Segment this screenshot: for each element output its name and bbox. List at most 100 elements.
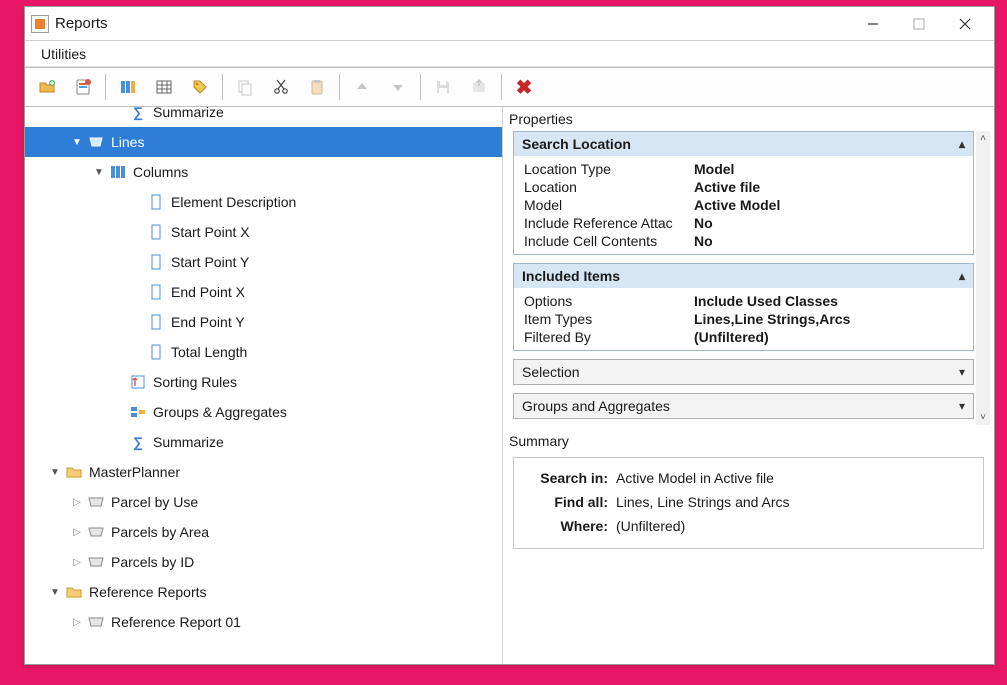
titlebar: Reports bbox=[25, 7, 994, 41]
prop-row-filtered-by[interactable]: Filtered By (Unfiltered) bbox=[514, 328, 973, 346]
table-button[interactable] bbox=[146, 70, 182, 104]
tree-node-lines[interactable]: ▼ Lines bbox=[25, 127, 502, 157]
tree-node-col-start-x[interactable]: ▶ Start Point X bbox=[25, 217, 502, 247]
tree-pane: ▶ ∑ Summarize ▼ Lines ▼ bbox=[25, 107, 503, 664]
prop-row-item-types[interactable]: Item Types Lines,Line Strings,Arcs bbox=[514, 310, 973, 328]
prop-row-location[interactable]: Location Active file bbox=[514, 178, 973, 196]
summarize-icon: ∑ bbox=[129, 433, 147, 451]
summary-row-find-all: Find all: Lines, Line Strings and Arcs bbox=[526, 490, 971, 514]
properties-scrollbar[interactable]: ˄ ˅ bbox=[976, 131, 990, 425]
tree-node-reference-reports[interactable]: ▼ Reference Reports bbox=[25, 577, 502, 607]
tree-node-groups-aggregates[interactable]: ▶ Groups & Aggregates bbox=[25, 397, 502, 427]
prop-row-location-type[interactable]: Location Type Model bbox=[514, 160, 973, 178]
report-item-icon bbox=[87, 493, 105, 511]
close-report-button[interactable]: ✖ bbox=[506, 70, 542, 104]
new-report-button[interactable] bbox=[65, 70, 101, 104]
section-groups-aggregates: Groups and Aggregates ▾ bbox=[513, 393, 974, 419]
paste-button[interactable] bbox=[299, 70, 335, 104]
section-header-selection[interactable]: Selection ▾ bbox=[514, 360, 973, 384]
expander-right-icon[interactable]: ▷ bbox=[69, 524, 85, 540]
reports-window: Reports Utilities bbox=[24, 6, 995, 665]
copy-button[interactable] bbox=[227, 70, 263, 104]
tree-node-col-end-y[interactable]: ▶ End Point Y bbox=[25, 307, 502, 337]
summary-row-where: Where: (Unfiltered) bbox=[526, 514, 971, 538]
section-header-search-location[interactable]: Search Location ▴ bbox=[514, 132, 973, 156]
menubar: Utilities bbox=[25, 41, 994, 67]
menu-utilities[interactable]: Utilities bbox=[35, 44, 92, 64]
column-icon bbox=[147, 313, 165, 331]
move-up-button[interactable] bbox=[344, 70, 380, 104]
tree-node-summarize-upper[interactable]: ▶ ∑ Summarize bbox=[25, 107, 502, 127]
export-button[interactable] bbox=[461, 70, 497, 104]
new-folder-button[interactable] bbox=[29, 70, 65, 104]
expander-right-icon[interactable]: ▷ bbox=[69, 614, 85, 630]
tree-node-parcels-by-id[interactable]: ▷ Parcels by ID bbox=[25, 547, 502, 577]
tree-node-col-start-y[interactable]: ▶ Start Point Y bbox=[25, 247, 502, 277]
paste-icon bbox=[308, 78, 326, 96]
scroll-up-icon[interactable]: ˄ bbox=[980, 133, 986, 144]
move-down-icon bbox=[389, 78, 407, 96]
prop-row-model[interactable]: Model Active Model bbox=[514, 196, 973, 214]
save-button[interactable] bbox=[425, 70, 461, 104]
tree-node-columns[interactable]: ▼ Columns bbox=[25, 157, 502, 187]
chevron-down-icon: ▾ bbox=[959, 365, 965, 379]
column-icon bbox=[147, 343, 165, 361]
close-icon: ✖ bbox=[516, 75, 533, 100]
minimize-button[interactable] bbox=[850, 8, 896, 40]
tree-node-parcels-by-area[interactable]: ▷ Parcels by Area bbox=[25, 517, 502, 547]
column-icon bbox=[147, 253, 165, 271]
expander-down-icon[interactable]: ▼ bbox=[69, 134, 85, 150]
chevron-up-icon: ▴ bbox=[959, 269, 965, 283]
expander-down-icon[interactable]: ▼ bbox=[47, 464, 63, 480]
toolbar: ✖ bbox=[25, 67, 994, 107]
right-pane: Properties ˄ ˅ Search Location ▴ Locatio… bbox=[503, 107, 994, 664]
expander-down-icon[interactable]: ▼ bbox=[91, 164, 107, 180]
section-header-groups-aggregates[interactable]: Groups and Aggregates ▾ bbox=[514, 394, 973, 418]
prop-row-options[interactable]: Options Include Used Classes bbox=[514, 292, 973, 310]
tree-node-masterplanner[interactable]: ▼ MasterPlanner bbox=[25, 457, 502, 487]
columns-icon bbox=[109, 163, 127, 181]
tree-node-sorting-rules[interactable]: ▶ Sorting Rules bbox=[25, 367, 502, 397]
columns-button[interactable] bbox=[110, 70, 146, 104]
close-button[interactable] bbox=[942, 8, 988, 40]
column-icon bbox=[147, 223, 165, 241]
move-up-icon bbox=[353, 78, 371, 96]
tree-node-ref-report-01[interactable]: ▷ Reference Report 01 bbox=[25, 607, 502, 637]
summarize-icon: ∑ bbox=[129, 107, 147, 121]
maximize-button[interactable] bbox=[896, 8, 942, 40]
section-header-included-items[interactable]: Included Items ▴ bbox=[514, 264, 973, 288]
tag-button[interactable] bbox=[182, 70, 218, 104]
report-icon bbox=[87, 133, 105, 151]
tree-node-col-elem-desc[interactable]: ▶ Element Description bbox=[25, 187, 502, 217]
report-item-icon bbox=[87, 553, 105, 571]
tree-node-parcel-by-use[interactable]: ▷ Parcel by Use bbox=[25, 487, 502, 517]
folder-open-icon bbox=[65, 583, 83, 601]
export-icon bbox=[470, 78, 488, 96]
summary-row-search-in: Search in: Active Model in Active file bbox=[526, 466, 971, 490]
cut-button[interactable] bbox=[263, 70, 299, 104]
expander-down-icon[interactable]: ▼ bbox=[47, 584, 63, 600]
sort-icon bbox=[129, 373, 147, 391]
tree-node-col-end-x[interactable]: ▶ End Point X bbox=[25, 277, 502, 307]
tree-node-col-total-len[interactable]: ▶ Total Length bbox=[25, 337, 502, 367]
tag-icon bbox=[191, 78, 209, 96]
properties-title: Properties bbox=[503, 107, 994, 131]
column-icon bbox=[147, 283, 165, 301]
window-title: Reports bbox=[55, 15, 108, 32]
new-report-icon bbox=[74, 78, 92, 96]
section-search-location: Search Location ▴ Location Type Model Lo… bbox=[513, 131, 974, 255]
move-down-button[interactable] bbox=[380, 70, 416, 104]
expander-right-icon[interactable]: ▷ bbox=[69, 554, 85, 570]
prop-row-include-ref[interactable]: Include Reference Attac No bbox=[514, 214, 973, 232]
new-folder-icon bbox=[38, 78, 56, 96]
properties-panel: ˄ ˅ Search Location ▴ Location Type Mode… bbox=[503, 131, 994, 425]
tree-node-summarize[interactable]: ▶ ∑ Summarize bbox=[25, 427, 502, 457]
cut-icon bbox=[272, 78, 290, 96]
groups-icon bbox=[129, 403, 147, 421]
chevron-down-icon: ▾ bbox=[959, 399, 965, 413]
expander-right-icon[interactable]: ▷ bbox=[69, 494, 85, 510]
prop-row-include-cell[interactable]: Include Cell Contents No bbox=[514, 232, 973, 250]
report-item-icon bbox=[87, 523, 105, 541]
tree[interactable]: ▶ ∑ Summarize ▼ Lines ▼ bbox=[25, 107, 502, 639]
scroll-down-icon[interactable]: ˅ bbox=[980, 412, 986, 423]
